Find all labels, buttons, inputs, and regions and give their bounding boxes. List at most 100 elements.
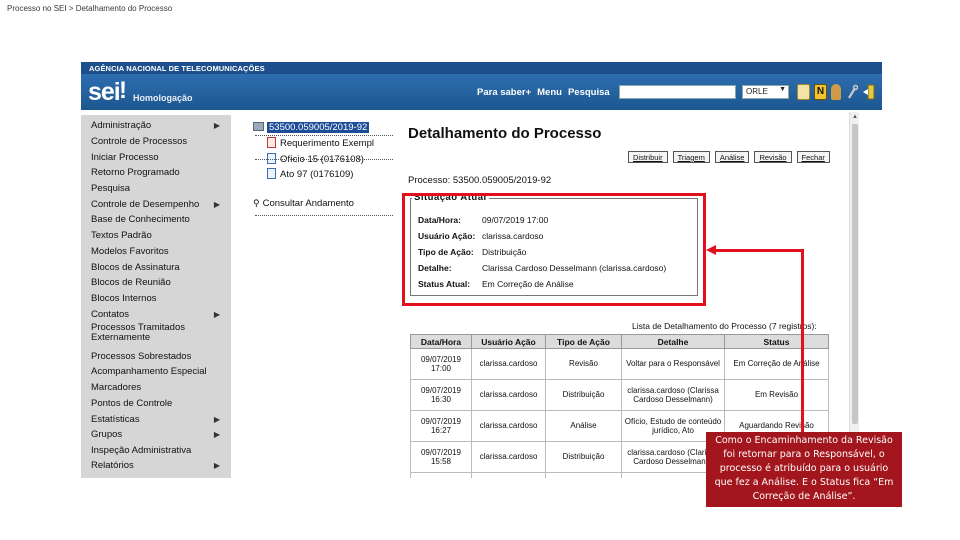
connector-line: [801, 249, 804, 432]
sidebar-item-label: Blocos de Assinatura: [91, 262, 180, 273]
notes-icon[interactable]: [797, 84, 810, 100]
scroll-up-icon[interactable]: ▲: [850, 114, 860, 120]
tree-divider: [255, 215, 393, 216]
folder-icon: [253, 122, 264, 131]
table-cell: Revisão: [545, 348, 622, 380]
nav-para-saber[interactable]: Para saber+: [477, 87, 531, 98]
sidebar-item[interactable]: Contatos ▶: [81, 309, 231, 320]
sidebar-item-label: Blocos de Reunião: [91, 277, 171, 288]
sidebar-item[interactable]: Acompanhamento Especial: [81, 366, 231, 377]
sidebar-item[interactable]: Administração ▶: [81, 120, 231, 131]
column-header[interactable]: Usuário Ação: [471, 334, 546, 349]
scroll-thumb[interactable]: [852, 124, 858, 424]
column-header[interactable]: Tipo de Ação: [545, 334, 622, 349]
column-header[interactable]: Status: [724, 334, 829, 349]
analise-button[interactable]: Análise: [714, 151, 750, 163]
consult-andamento-link[interactable]: ⚲ Consultar Andamento: [253, 198, 354, 209]
arrow-left-icon: [706, 245, 716, 255]
search-input[interactable]: [619, 85, 736, 99]
sidebar-item[interactable]: Controle de Desempenho ▶: [81, 199, 231, 210]
document-icon: [267, 168, 276, 179]
sidebar-item-label: Pontos de Controle: [91, 398, 173, 409]
table-cell: Distribuição: [545, 379, 622, 411]
table-cell: clarissa.cardoso (Clarissa Cardoso Desse…: [621, 379, 725, 411]
sidebar-item[interactable]: Blocos Internos: [81, 293, 231, 304]
sidebar-item-label: Retorno Programado: [91, 167, 180, 178]
column-header[interactable]: Detalhe: [621, 334, 725, 349]
sidebar-menu: Administração ▶ Controle de Processos Inici…: [81, 115, 231, 478]
search-icon: ⚲: [253, 198, 260, 208]
new-icon[interactable]: N: [814, 84, 827, 100]
tree-doc-item[interactable]: Ato 97 (0176109): [267, 168, 353, 180]
sidebar-item[interactable]: Inspeção Administrativa: [81, 445, 231, 456]
sidebar-item[interactable]: Processos Sobrestados: [81, 351, 231, 362]
table-cell: Em Revisão: [724, 379, 829, 411]
chevron-right-icon: ▶: [213, 430, 220, 439]
tree-root-item[interactable]: 53500.059005/2019-92: [253, 122, 370, 133]
nav-menu[interactable]: Menu: [537, 87, 562, 98]
sidebar-item-label: Iniciar Processo: [91, 152, 159, 163]
vertical-scrollbar[interactable]: ▲: [849, 112, 859, 478]
sidebar-item[interactable]: Base de Conhecimento: [81, 214, 231, 225]
sei-logo[interactable]: sei: [88, 78, 121, 107]
sidebar-item-label: Controle de Processos: [91, 136, 188, 147]
sidebar-item[interactable]: Blocos de Reunião: [81, 277, 231, 288]
sidebar-item-label: Processos Tramitados Externamente: [91, 322, 185, 343]
tree-doc-label: Requerimento Exempl: [280, 138, 374, 149]
sidebar-item[interactable]: Modelos Favoritos: [81, 246, 231, 257]
tools-icon[interactable]: [847, 84, 859, 100]
consult-andamento-label: Consultar Andamento: [262, 198, 354, 209]
sidebar-item[interactable]: Pontos de Controle: [81, 398, 231, 409]
sidebar-item[interactable]: Processos Tramitados Externamente: [81, 323, 231, 343]
table-cell: 09/07/2019 16:30: [410, 379, 472, 411]
column-header[interactable]: Data/Hora: [410, 334, 472, 349]
chevron-right-icon: ▶: [213, 461, 220, 470]
action-buttons: Distribuir Triagem Análise Revisão Fecha…: [628, 151, 830, 163]
table-cell: 09/07/2019 17:00: [410, 348, 472, 380]
chevron-down-icon: ▼: [779, 86, 786, 93]
sidebar-item-label: Grupos: [91, 429, 123, 440]
sidebar-item-label: Marcadores: [91, 382, 142, 393]
table-cell: Análise: [545, 410, 622, 442]
sidebar-item-label: Administração: [91, 120, 152, 131]
sidebar-item[interactable]: Marcadores: [81, 382, 231, 393]
breadcrumb: Processo no SEI > Detalhamento do Proces…: [7, 4, 173, 13]
distribuir-button[interactable]: Distribuir: [628, 151, 668, 163]
table-cell: Voltar para o Responsável: [621, 348, 725, 380]
top-nav: Para saber+ Menu Pesquisa: [477, 87, 610, 98]
unit-select[interactable]: ORLE ▼: [742, 85, 789, 99]
revisao-button[interactable]: Revisão: [754, 151, 792, 163]
exit-icon[interactable]: [863, 84, 875, 100]
sidebar-item[interactable]: Textos Padrão: [81, 230, 231, 241]
sidebar-item-label: Acompanhamento Especial: [91, 366, 207, 377]
sidebar-item[interactable]: Retorno Programado: [81, 167, 231, 178]
table-row: 09/07/2019 16:30 clarissa.cardoso Distribu…: [410, 379, 829, 411]
sidebar-item[interactable]: Blocos de Assinatura: [81, 262, 231, 273]
chevron-right-icon: ▶: [213, 415, 220, 424]
nav-pesquisa[interactable]: Pesquisa: [568, 87, 610, 98]
pdf-icon: [267, 137, 276, 148]
sidebar-item[interactable]: Estatísticas ▶: [81, 414, 231, 425]
triagem-button[interactable]: Triagem: [672, 151, 710, 163]
connector-line: [715, 249, 804, 252]
history-header-row: Data/Hora Usuário Ação Tipo de Ação Deta…: [410, 334, 829, 349]
sidebar-item-label: Blocos Internos: [91, 293, 157, 304]
sidebar-item[interactable]: Relatórios ▶: [81, 460, 231, 471]
tree-divider: [255, 135, 393, 136]
fechar-button[interactable]: Fechar: [796, 151, 830, 163]
user-icon[interactable]: [831, 84, 841, 100]
sidebar-item[interactable]: Pesquisa: [81, 183, 231, 194]
sidebar-item-label: Base de Conhecimento: [91, 214, 190, 225]
sidebar-item-label: Relatórios: [91, 460, 134, 471]
table-cell: 09/07/2019: [410, 472, 472, 478]
sidebar-item[interactable]: Iniciar Processo: [81, 152, 231, 163]
sidebar-item-label: Textos Padrão: [91, 230, 152, 241]
sidebar-item[interactable]: Grupos ▶: [81, 429, 231, 440]
sidebar-item[interactable]: Controle de Processos: [81, 136, 231, 147]
chevron-right-icon: ▶: [213, 121, 220, 130]
tree-divider: [255, 159, 393, 160]
table-cell: Em Correção de Análise: [724, 348, 829, 380]
tree-doc-item[interactable]: Requerimento Exempl: [267, 137, 374, 149]
table-cell: clarissa.cardoso: [471, 410, 546, 442]
sidebar-item-label: Controle de Desempenho: [91, 199, 200, 210]
